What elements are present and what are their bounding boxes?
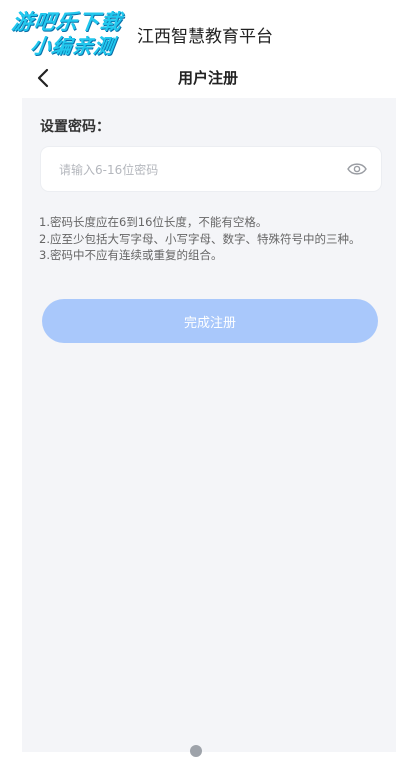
password-field-container: [40, 146, 382, 193]
rule-item: 3.密码中不应有连续或重复的组合。: [39, 248, 223, 262]
watermark-line-1: 游吧乐下载: [10, 10, 124, 34]
app-title: 江西智慧教育平台: [137, 27, 273, 47]
top-bar: 游吧乐下载 小编亲测 江西智慧教育平台: [0, 0, 416, 60]
watermark-logo: 游吧乐下载 小编亲测: [6, 10, 153, 62]
password-rules: 1.密码长度应在6到16位长度，不能有空格。 2.应至少包括大写字母、小写字母、…: [39, 214, 384, 264]
page-title: 用户注册: [177, 69, 238, 87]
watermark-line-2: 小编亲测: [28, 34, 117, 58]
rule-item: 1.密码长度应在6到16位长度，不能有空格。: [39, 215, 268, 229]
footer-icon: [190, 744, 202, 757]
password-input[interactable]: [57, 147, 331, 193]
nav-bar: 用户注册: [0, 62, 416, 96]
complete-registration-button[interactable]: 完成注册: [42, 299, 378, 343]
password-label: 设置密码：: [40, 119, 110, 135]
register-panel: 设置密码： 1.密码长度应在6到16位长度，不能有空格。 2.应至少包括大写字母…: [22, 98, 396, 752]
eye-icon[interactable]: [347, 161, 367, 177]
footer-bar: [190, 743, 210, 757]
rule-item: 2.应至少包括大写字母、小写字母、数字、特殊符号中的三种。: [39, 231, 361, 246]
